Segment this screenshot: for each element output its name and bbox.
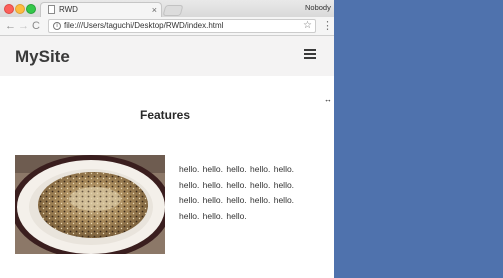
back-arrow-icon[interactable]: ← — [5, 19, 16, 33]
tab-title: RWD — [59, 5, 78, 14]
body-paragraph: hello. hello. hello. hello. hello. hello… — [179, 164, 295, 221]
browser-menu-icon[interactable]: ⋮ — [322, 19, 333, 33]
browser-tab[interactable]: RWD × — [40, 2, 162, 17]
reload-icon[interactable]: C — [32, 19, 40, 33]
risotto-image — [15, 155, 165, 254]
title-bar: RWD × Nobody — [0, 0, 334, 17]
profile-name[interactable]: Nobody — [305, 3, 331, 12]
features-heading: Features — [139, 108, 191, 122]
forward-arrow-icon[interactable]: → — [18, 19, 29, 33]
close-window-button[interactable] — [4, 4, 14, 14]
minimize-window-button[interactable] — [15, 4, 25, 14]
browser-window: RWD × Nobody ← → C i file:///Users/taguc… — [0, 0, 334, 278]
tab-close-icon[interactable]: × — [152, 4, 157, 16]
new-tab-button[interactable] — [162, 5, 184, 16]
resize-handle-icon[interactable]: ↔ — [324, 95, 332, 104]
document-icon — [48, 5, 55, 14]
bookmark-star-icon[interactable]: ☆ — [303, 19, 312, 32]
url-text[interactable]: file:///Users/taguchi/Desktop/RWD/index.… — [64, 20, 223, 32]
site-logo[interactable]: MySite — [15, 47, 70, 67]
info-icon[interactable]: i — [53, 22, 61, 30]
site-header: MySite — [0, 36, 334, 76]
browser-toolbar: ← → C i file:///Users/taguchi/Desktop/RW… — [0, 17, 334, 36]
maximize-window-button[interactable] — [26, 4, 36, 14]
hamburger-menu-icon[interactable] — [304, 49, 316, 59]
address-bar[interactable]: i file:///Users/taguchi/Desktop/RWD/inde… — [48, 19, 316, 33]
